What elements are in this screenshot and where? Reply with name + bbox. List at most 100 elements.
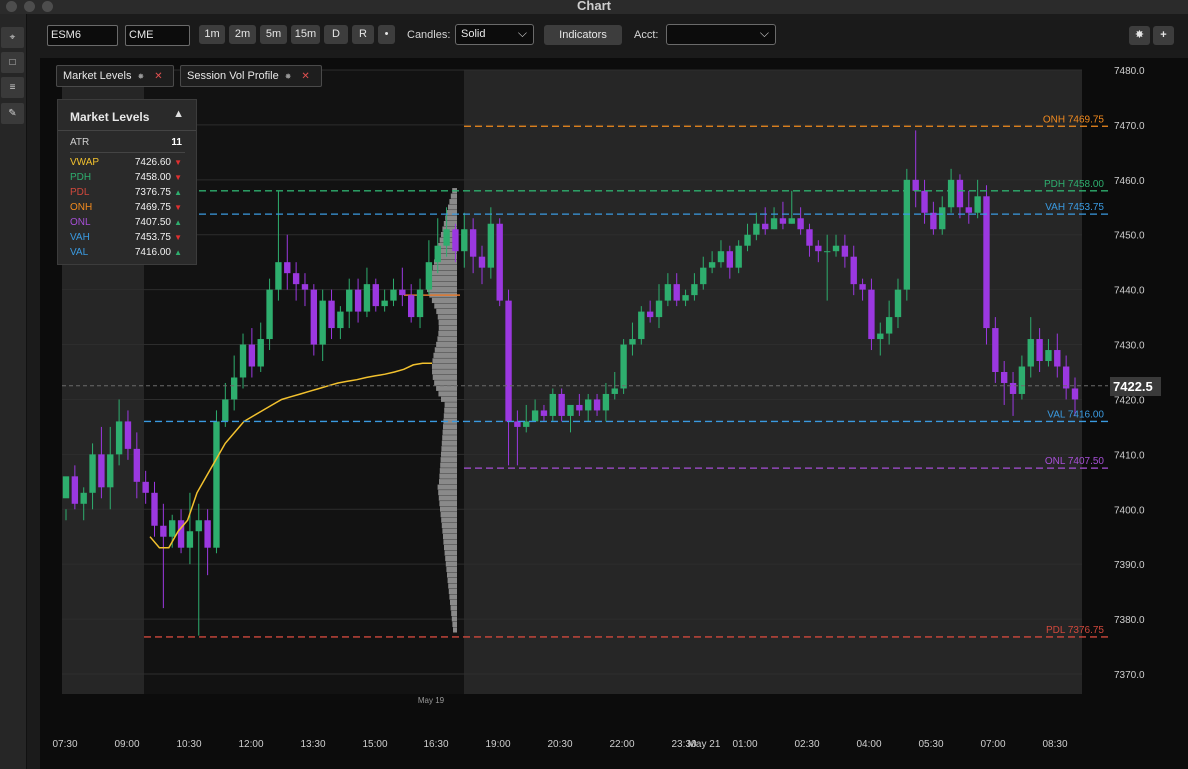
gear-icon[interactable]: ✸ xyxy=(137,72,144,81)
candle-body xyxy=(540,410,548,416)
candle-body xyxy=(947,179,955,208)
candle-body xyxy=(239,344,247,378)
candle-body xyxy=(328,300,335,329)
candle-body xyxy=(841,245,849,257)
close-icon[interactable]: ✕ xyxy=(301,71,309,82)
volume-profile-bar xyxy=(438,495,457,501)
candle-body xyxy=(461,229,468,252)
level-row-onh: ONH 7469.75 ▼ xyxy=(70,202,182,216)
candle-body xyxy=(169,520,176,537)
volume-profile-bar xyxy=(436,341,457,347)
x-tick-label: 20:30 xyxy=(547,739,572,750)
volume-profile-bar xyxy=(453,627,457,633)
candle-body xyxy=(965,207,972,213)
candle-body xyxy=(682,295,689,301)
candle-body xyxy=(531,410,539,422)
atr-row: ATR 11 xyxy=(70,137,182,148)
candle-body xyxy=(629,339,636,345)
collapse-caret-icon[interactable]: ▲ xyxy=(173,108,184,120)
level-label: VAH 7453.75 xyxy=(1045,202,1104,213)
y-tick-label: 7390.0 xyxy=(1114,560,1145,571)
x-tick-label: 07:30 xyxy=(52,739,77,750)
candle-body xyxy=(823,251,831,253)
close-icon[interactable]: ✕ xyxy=(154,71,162,82)
candle-body xyxy=(505,300,512,422)
volume-profile-bar xyxy=(450,605,457,611)
candle-body xyxy=(407,295,415,318)
candle-body xyxy=(62,476,70,499)
candle-body xyxy=(301,284,309,290)
level-row-onl: ONL 7407.50 ▲ xyxy=(70,217,182,231)
volume-profile-bar xyxy=(450,193,457,199)
candle-body xyxy=(425,262,433,290)
level-label: VAL 7416.00 xyxy=(1047,409,1104,420)
level-value: 7469.75 xyxy=(134,202,171,213)
candle-body xyxy=(222,399,229,422)
arrow-up-icon: ▲ xyxy=(174,188,182,197)
level-label: ONH 7469.75 xyxy=(1043,114,1105,125)
candle-body xyxy=(779,218,787,224)
volume-profile-bar xyxy=(437,484,457,490)
volume-profile-bar xyxy=(438,325,457,331)
candle-body xyxy=(71,476,79,504)
candle-body xyxy=(593,399,601,411)
level-row-pdh: PDH 7458.00 ▼ xyxy=(70,172,182,186)
candle-body xyxy=(691,284,698,296)
level-row-val: VAL 7416.00 ▲ xyxy=(70,247,182,261)
volume-profile-bar xyxy=(444,544,457,551)
candle-body xyxy=(1045,350,1052,362)
arrow-down-icon: ▼ xyxy=(174,203,182,212)
session-date-label: May 19 xyxy=(418,696,445,705)
x-tick-label: 12:00 xyxy=(238,739,263,750)
volume-profile-bar xyxy=(440,462,457,468)
y-tick-label: 7380.0 xyxy=(1114,615,1145,626)
volume-profile-bar xyxy=(437,314,457,320)
candle-body xyxy=(1009,382,1017,394)
x-tick-label: 04:00 xyxy=(856,739,881,750)
candle-body xyxy=(160,525,167,537)
indicator-tab-label: Market Levels xyxy=(63,70,132,82)
volume-profile-bar xyxy=(445,555,457,562)
candle-body xyxy=(186,531,194,548)
volume-profile-bar xyxy=(432,264,457,271)
arrow-down-icon: ▼ xyxy=(174,173,182,182)
candle-body xyxy=(363,284,371,312)
candle-body xyxy=(434,245,441,263)
candle-body xyxy=(912,179,919,191)
level-label: PDL 7376.75 xyxy=(1046,625,1104,636)
indicator-tab-market-levels[interactable]: Market Levels ✸ ✕ xyxy=(56,65,174,87)
level-name: ONL xyxy=(70,217,91,228)
candle-body xyxy=(399,289,406,296)
candle-body xyxy=(1054,350,1061,367)
panel-header[interactable]: Market Levels ▲ xyxy=(58,100,196,131)
volume-profile-bar xyxy=(439,479,457,485)
volume-profile-bar xyxy=(439,473,457,479)
arrow-down-icon: ▼ xyxy=(174,158,182,167)
indicator-tab-session-vol-profile[interactable]: Session Vol Profile ✸ ✕ xyxy=(180,65,322,87)
candle-body xyxy=(585,399,592,411)
candle-body xyxy=(576,404,583,411)
gear-icon[interactable]: ✸ xyxy=(285,72,292,81)
y-tick-label: 7400.0 xyxy=(1114,505,1145,516)
volume-profile-bar xyxy=(448,588,457,595)
candle-body xyxy=(815,245,822,252)
candle-body xyxy=(523,421,530,427)
level-label: PDH 7458.00 xyxy=(1044,179,1104,190)
candle-body xyxy=(770,218,778,230)
volume-profile-bar xyxy=(446,566,457,573)
candle-body xyxy=(487,223,495,268)
candle-body xyxy=(1062,366,1070,389)
candle-body xyxy=(992,328,999,372)
y-tick-label: 7450.0 xyxy=(1114,231,1145,242)
candle-body xyxy=(620,344,627,389)
candle-body xyxy=(832,245,840,252)
indicator-tab-label: Session Vol Profile xyxy=(187,70,279,82)
candle-body xyxy=(708,262,716,268)
divider xyxy=(70,152,185,153)
level-name: VWAP xyxy=(70,157,100,168)
y-tick-label: 7480.0 xyxy=(1114,66,1145,77)
candle-body xyxy=(381,300,388,307)
level-row-pdl: PDL 7376.75 ▲ xyxy=(70,187,182,201)
x-tick-label: 09:00 xyxy=(114,739,139,750)
level-name: ONH xyxy=(70,202,93,213)
